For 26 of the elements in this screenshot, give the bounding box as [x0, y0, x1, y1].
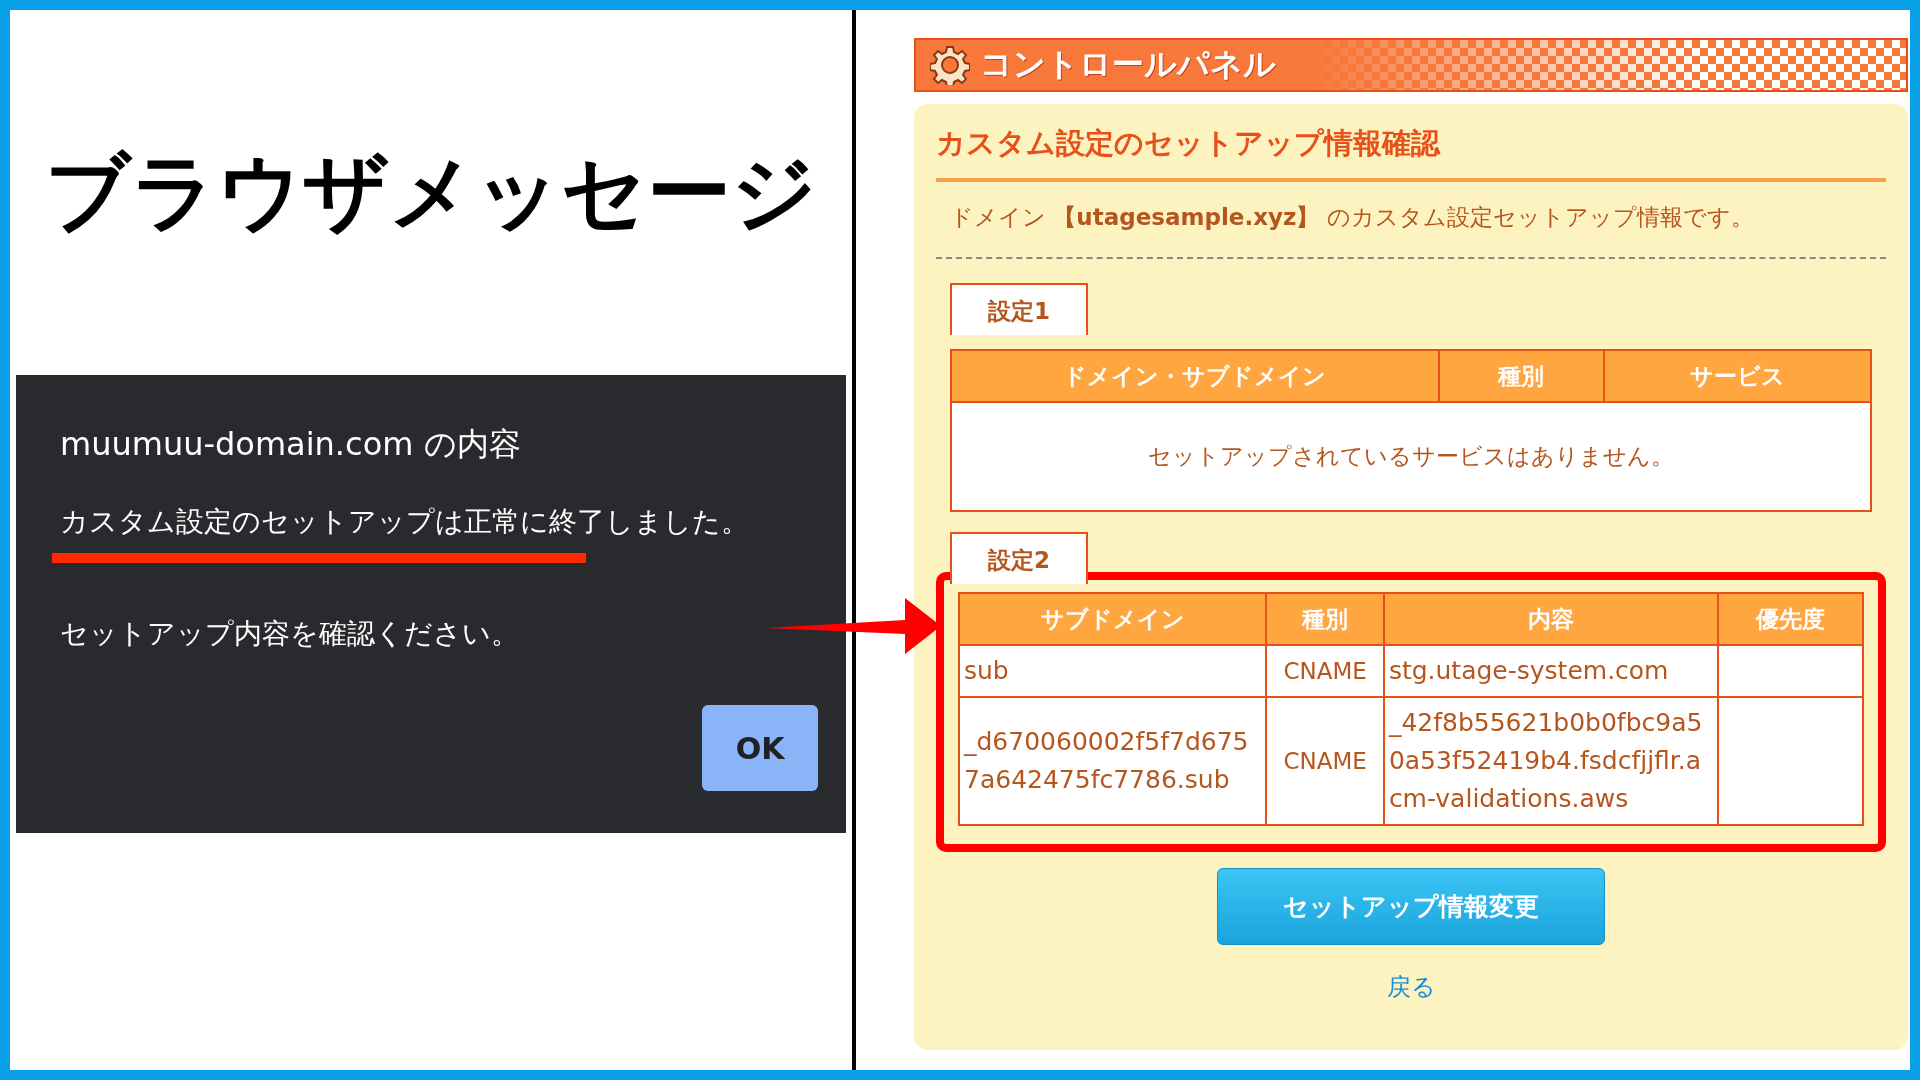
table-cell: stg.utage-system.com [1383, 645, 1719, 697]
dialog-title: muumuu-domain.com の内容 [59, 424, 522, 465]
back-link[interactable]: 戻る [1386, 971, 1436, 1003]
column-header: 種別 [1438, 350, 1605, 402]
empty-message: セットアップされているサービスはありません。 [951, 402, 1871, 511]
table-cell: CNAME [1266, 645, 1384, 697]
dialog-message: セットアップ内容を確認ください。 [59, 616, 520, 652]
table-cell: CNAME [1266, 697, 1384, 825]
description: ドメイン 【utagesample.xyz】 のカスタム設定セットアップ情報です。 [936, 182, 1886, 259]
panel-title: コントロールパネル [980, 44, 1276, 85]
section-title: カスタム設定のセットアップ情報確認 [936, 124, 1886, 182]
dialog-message: カスタム設定のセットアップは正常に終了しました。 [59, 504, 750, 540]
setting-label: 設定2 [950, 532, 1088, 584]
change-setup-button[interactable]: セットアップ情報変更 [1217, 868, 1605, 945]
column-header: サービス [1604, 350, 1871, 402]
column-header: 優先度 [1718, 593, 1863, 645]
heading: ブラウザメッセージ [44, 141, 818, 243]
table-cell: _42f8b55621b0b0fbc9a50a53f52419b4.fsdcfjjflr.acm-validations.aws [1383, 697, 1719, 825]
column-header: 種別 [1266, 593, 1384, 645]
table-cell: _d670060002f5f7d6757a642475fc7786.sub [959, 697, 1267, 825]
column-header: サブドメイン [959, 593, 1267, 645]
table-cell: sub [959, 645, 1267, 697]
column-header: 内容 [1383, 593, 1719, 645]
column-header: ドメイン・サブドメイン [951, 350, 1439, 402]
ok-button[interactable]: OK [702, 705, 818, 791]
setting-label: 設定1 [950, 283, 1088, 335]
